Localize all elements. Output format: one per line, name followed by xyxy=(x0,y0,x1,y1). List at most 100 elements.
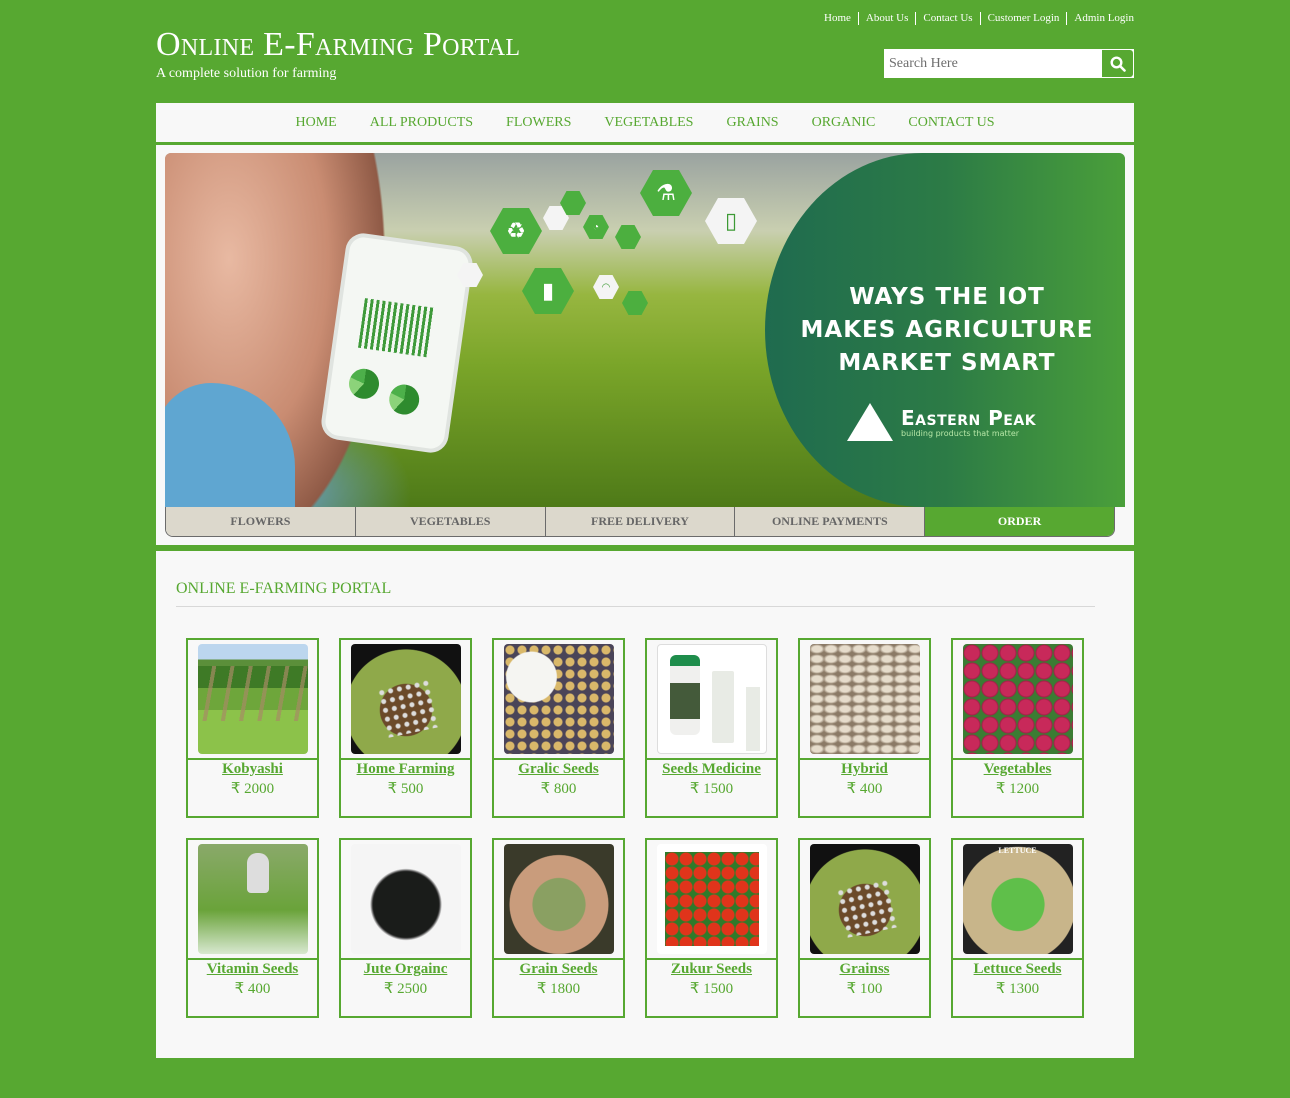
product-price: ₹ 1500 xyxy=(689,781,734,797)
search-form xyxy=(884,49,1134,78)
signal-icon: ◠ xyxy=(593,275,619,299)
headline-line: WAYS THE IOT xyxy=(849,284,1045,310)
logo-tagline: building products that matter xyxy=(901,428,1020,438)
product-card: Seeds Medicine ₹ 1500 xyxy=(645,638,778,818)
product-price: ₹ 1500 xyxy=(689,981,734,997)
product-card: Gralic Seeds ₹ 800 xyxy=(492,638,625,818)
product-name-link[interactable]: Vegetables xyxy=(953,761,1082,778)
slider-tab-vegetables[interactable]: VEGETABLES xyxy=(354,507,545,536)
section-title: ONLINE E-FARMING PORTAL xyxy=(176,580,392,597)
product-name-link[interactable]: Hybrid xyxy=(800,761,929,778)
product-price: ₹ 1300 xyxy=(995,981,1040,997)
nav-vegetables[interactable]: VEGETABLES xyxy=(604,115,693,131)
top-link-contact-us[interactable]: Contact Us xyxy=(915,12,979,25)
pie-chart-icon: ◔ xyxy=(583,215,609,239)
nav-home[interactable]: HOME xyxy=(295,115,336,131)
product-name-link[interactable]: Home Farming xyxy=(341,761,470,778)
headline-line: MAKES AGRICULTURE xyxy=(800,317,1094,343)
banner-image[interactable]: ♻ ◔ ⚗ ▯ ▮ ◠ WAYS THE IOT MAKES AGRICULTU… xyxy=(165,153,1125,507)
phone-bar-chart xyxy=(357,298,435,358)
search-icon xyxy=(1109,55,1126,72)
product-image[interactable] xyxy=(197,644,308,754)
banner-headline: WAYS THE IOT MAKES AGRICULTURE MARKET SM… xyxy=(765,281,1125,380)
product-name-link[interactable]: Kobyashi xyxy=(188,761,317,778)
top-link-admin-login[interactable]: Admin Login xyxy=(1066,12,1134,25)
product-image[interactable] xyxy=(350,644,461,754)
product-card: Kobyashi ₹ 2000 xyxy=(186,638,319,818)
beaker-icon: ▯ xyxy=(705,198,757,244)
eastern-peak-logo: Eastern Peak building products that matt… xyxy=(847,403,1036,441)
search-input[interactable] xyxy=(884,49,1102,78)
product-price: ₹ 2000 xyxy=(230,781,275,797)
product-image[interactable] xyxy=(656,644,767,754)
search-button[interactable] xyxy=(1102,49,1134,78)
recycle-icon: ♻ xyxy=(490,208,542,254)
product-price: ₹ 100 xyxy=(846,981,883,997)
phone-pie-chart xyxy=(387,382,422,417)
product-card: Grain Seeds ₹ 1800 xyxy=(492,838,625,1018)
product-card: Zukur Seeds ₹ 1500 xyxy=(645,838,778,1018)
product-name-link[interactable]: Grainss xyxy=(800,961,929,978)
product-name-link[interactable]: Seeds Medicine xyxy=(647,761,776,778)
product-image[interactable] xyxy=(809,844,920,954)
product-image[interactable] xyxy=(503,644,614,754)
main-nav: HOME ALL PRODUCTS FLOWERS VEGETABLES GRA… xyxy=(156,103,1134,142)
product-card: Hybrid ₹ 400 xyxy=(798,638,931,818)
product-price: ₹ 400 xyxy=(234,981,271,997)
top-link-customer-login[interactable]: Customer Login xyxy=(979,12,1067,25)
nav-flowers[interactable]: FLOWERS xyxy=(506,115,571,131)
product-card: Home Farming ₹ 500 xyxy=(339,638,472,818)
product-image[interactable] xyxy=(962,644,1073,754)
nav-grains[interactable]: GRAINS xyxy=(726,115,778,131)
product-card: Grainss ₹ 100 xyxy=(798,838,931,1018)
product-price: ₹ 2500 xyxy=(383,981,428,997)
slider-tab-online-payments[interactable]: ONLINE PAYMENTS xyxy=(734,507,925,536)
product-name-link[interactable]: Zukur Seeds xyxy=(647,961,776,978)
product-image[interactable] xyxy=(197,844,308,954)
hexagon-icon xyxy=(622,291,648,315)
site-tagline: A complete solution for farming xyxy=(156,66,337,81)
slider-tab-free-delivery[interactable]: FREE DELIVERY xyxy=(544,507,735,536)
product-price: ₹ 1800 xyxy=(536,981,581,997)
headline-line: MARKET SMART xyxy=(838,350,1056,376)
phone-pie-chart xyxy=(347,366,381,401)
product-name-link[interactable]: Grain Seeds xyxy=(494,961,623,978)
product-name-link[interactable]: Lettuce Seeds xyxy=(953,961,1082,978)
product-name-link[interactable]: Jute Orgainc xyxy=(341,961,470,978)
slider-panel: ♻ ◔ ⚗ ▯ ▮ ◠ WAYS THE IOT MAKES AGRICULTU… xyxy=(156,145,1134,545)
product-card: Vitamin Seeds ₹ 400 xyxy=(186,838,319,1018)
site-title[interactable]: Online E-Farming Portal xyxy=(156,25,520,65)
product-card: Lettuce Seeds ₹ 1300 xyxy=(951,838,1084,1018)
section-divider xyxy=(176,606,1095,607)
nav-organic[interactable]: ORGANIC xyxy=(812,115,876,131)
product-price: ₹ 800 xyxy=(540,781,577,797)
product-image[interactable] xyxy=(962,844,1073,954)
product-image[interactable] xyxy=(350,844,461,954)
flask-icon: ⚗ xyxy=(640,170,692,216)
top-link-about-us[interactable]: About Us xyxy=(857,12,915,25)
product-name-link[interactable]: Gralic Seeds xyxy=(494,761,623,778)
product-card: Jute Orgainc ₹ 2500 xyxy=(339,838,472,1018)
top-link-home[interactable]: Home xyxy=(817,12,858,25)
product-image[interactable] xyxy=(503,844,614,954)
test-tube-icon: ▮ xyxy=(522,268,574,314)
top-links: Home About Us Contact Us Customer Login … xyxy=(817,12,1134,25)
logo-name: Eastern Peak xyxy=(901,405,1037,430)
nav-contact-us[interactable]: CONTACT US xyxy=(908,115,994,131)
brand: Online E-Farming Portal A complete solut… xyxy=(156,25,520,82)
slider-tabs: FLOWERS VEGETABLES FREE DELIVERY ONLINE … xyxy=(165,507,1115,537)
product-price: ₹ 1200 xyxy=(995,781,1040,797)
product-name-link[interactable]: Vitamin Seeds xyxy=(188,961,317,978)
slider-tab-flowers[interactable]: FLOWERS xyxy=(166,507,355,536)
product-image[interactable] xyxy=(656,844,767,954)
product-price: ₹ 400 xyxy=(846,781,883,797)
product-image[interactable] xyxy=(809,644,920,754)
product-grid: Kobyashi ₹ 2000 Home Farming ₹ 500 Grali… xyxy=(186,638,1084,1018)
product-card: Vegetables ₹ 1200 xyxy=(951,638,1084,818)
mountain-peak-icon xyxy=(847,403,893,441)
nav-all-products[interactable]: ALL PRODUCTS xyxy=(370,115,473,131)
products-section: ONLINE E-FARMING PORTAL Kobyashi ₹ 2000 … xyxy=(156,551,1134,1058)
slider-tab-order[interactable]: ORDER xyxy=(924,507,1114,536)
hexagon-icon xyxy=(615,225,641,249)
product-price: ₹ 500 xyxy=(387,781,424,797)
